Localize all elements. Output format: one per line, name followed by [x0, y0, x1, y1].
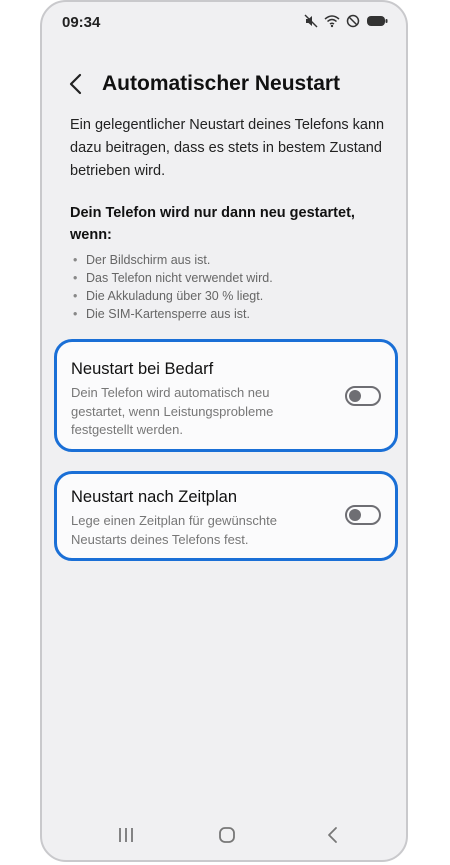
condition-item: Der Bildschirm aus ist.	[70, 251, 273, 269]
home-icon[interactable]	[212, 822, 242, 848]
restart-on-schedule-toggle[interactable]	[345, 505, 381, 525]
navigation-bar	[42, 810, 406, 860]
condition-item: Die Akkuladung über 30 % liegt.	[70, 287, 273, 305]
mute-icon	[304, 14, 318, 28]
status-bar: 09:34	[42, 2, 406, 46]
back-icon[interactable]	[318, 822, 348, 848]
toggle-knob	[349, 509, 361, 521]
chevron-left-icon[interactable]	[64, 70, 88, 98]
conditions-title: Dein Telefon wird nur dann neu gestartet…	[70, 205, 355, 243]
condition-item: Die SIM-Kartensperre aus ist.	[70, 305, 273, 323]
setting-restart-on-schedule[interactable]: Neustart nach Zeitplan Lege einen Zeitpl…	[54, 471, 398, 561]
toggle-knob	[349, 390, 361, 402]
restart-on-demand-toggle[interactable]	[345, 386, 381, 406]
setting-title: Neustart nach Zeitplan	[71, 488, 238, 506]
wifi-icon	[324, 14, 340, 28]
setting-description: Lege einen Zeitplan für gewünschte Neust…	[71, 513, 277, 547]
header: Automatischer Neustart	[42, 64, 406, 104]
intro-text: Ein gelegentlicher Neustart deines Telef…	[70, 117, 385, 179]
setting-restart-on-demand[interactable]: Neustart bei Bedarf Dein Telefon wird au…	[54, 339, 398, 452]
status-icons	[304, 14, 388, 28]
page-title: Automatischer Neustart	[102, 72, 341, 95]
battery-icon	[366, 14, 388, 28]
do-not-disturb-icon	[346, 14, 360, 28]
phone-frame: 09:34 Automatischer Neustart Ein gelegen…	[40, 0, 408, 862]
status-time: 09:34	[62, 14, 101, 31]
recents-icon[interactable]	[111, 822, 141, 848]
conditions-list: Der Bildschirm aus ist. Das Telefon nich…	[70, 251, 273, 323]
setting-description: Dein Telefon wird automatisch neu gestar…	[71, 385, 274, 437]
condition-item: Das Telefon nicht verwendet wird.	[70, 269, 273, 287]
setting-title: Neustart bei Bedarf	[71, 360, 214, 378]
